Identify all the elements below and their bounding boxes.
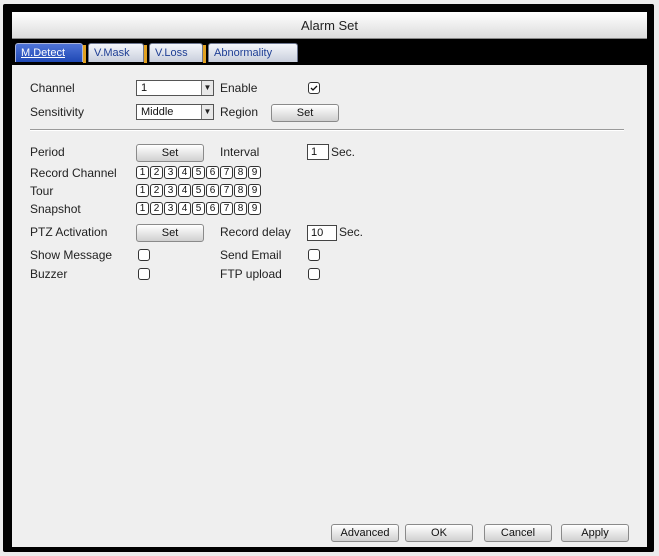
enable-label: Enable — [220, 81, 258, 95]
snapshot-channel-5[interactable]: 5 — [192, 202, 205, 215]
tab-divider — [144, 45, 147, 63]
tab-abnormality-label: Abnormality — [214, 47, 273, 59]
record-delay-input[interactable]: 10 — [307, 225, 337, 241]
tab-divider — [83, 45, 86, 63]
tour-label: Tour — [30, 184, 54, 198]
channel-select-value: 1 — [141, 82, 148, 94]
tour-channel-2[interactable]: 2 — [150, 184, 163, 197]
show-message-checkbox[interactable] — [138, 249, 150, 261]
section-divider — [30, 129, 624, 131]
tab-v-loss[interactable]: V.Loss — [149, 43, 206, 63]
snapshot-channel-2[interactable]: 2 — [150, 202, 163, 215]
channel-label: Channel — [30, 81, 75, 95]
buzzer-label: Buzzer — [30, 267, 68, 281]
tour-channel-4[interactable]: 4 — [178, 184, 191, 197]
snapshot-channel-selector: 1 2 3 4 5 6 7 8 9 — [136, 202, 261, 216]
record-channel-8[interactable]: 8 — [234, 166, 247, 179]
tour-channel-1[interactable]: 1 — [136, 184, 149, 197]
tab-divider — [203, 45, 206, 63]
tour-channel-8[interactable]: 8 — [234, 184, 247, 197]
title-bar: Alarm Set — [12, 12, 647, 39]
record-channel-selector: 1 2 3 4 5 6 7 8 9 — [136, 166, 261, 180]
period-label: Period — [30, 145, 65, 159]
apply-button[interactable]: Apply — [561, 524, 629, 542]
tab-v-mask-label: V.Mask — [94, 47, 130, 59]
snapshot-channel-9[interactable]: 9 — [248, 202, 261, 215]
interval-unit: Sec. — [331, 145, 356, 159]
record-delay-label: Record delay — [220, 225, 291, 239]
sensitivity-select[interactable]: Middle ▼ — [136, 104, 214, 120]
snapshot-channel-8[interactable]: 8 — [234, 202, 247, 215]
chevron-down-icon: ▼ — [201, 81, 213, 95]
tab-v-mask[interactable]: V.Mask — [88, 43, 147, 63]
enable-checkbox[interactable] — [308, 82, 320, 94]
tour-channel-9[interactable]: 9 — [248, 184, 261, 197]
record-channel-7[interactable]: 7 — [220, 166, 233, 179]
buzzer-checkbox[interactable] — [138, 268, 150, 280]
record-channel-6[interactable]: 6 — [206, 166, 219, 179]
snapshot-channel-7[interactable]: 7 — [220, 202, 233, 215]
record-delay-unit: Sec. — [339, 225, 364, 239]
record-channel-label: Record Channel — [30, 166, 117, 180]
cancel-button[interactable]: Cancel — [484, 524, 552, 542]
tour-channel-6[interactable]: 6 — [206, 184, 219, 197]
tour-channel-5[interactable]: 5 — [192, 184, 205, 197]
tab-v-loss-label: V.Loss — [155, 47, 188, 59]
record-channel-1[interactable]: 1 — [136, 166, 149, 179]
send-email-checkbox[interactable] — [308, 249, 320, 261]
ftp-upload-checkbox[interactable] — [308, 268, 320, 280]
record-channel-2[interactable]: 2 — [150, 166, 163, 179]
chevron-down-icon: ▼ — [201, 105, 213, 119]
tour-channel-7[interactable]: 7 — [220, 184, 233, 197]
snapshot-label: Snapshot — [30, 202, 81, 216]
record-channel-4[interactable]: 4 — [178, 166, 191, 179]
interval-input[interactable]: 1 — [307, 144, 329, 160]
record-channel-9[interactable]: 9 — [248, 166, 261, 179]
period-set-button[interactable]: Set — [136, 144, 204, 162]
snapshot-channel-4[interactable]: 4 — [178, 202, 191, 215]
record-channel-5[interactable]: 5 — [192, 166, 205, 179]
checked-checkbox-icon — [310, 85, 318, 91]
region-label: Region — [220, 105, 259, 119]
tab-abnormality[interactable]: Abnormality — [208, 43, 298, 62]
snapshot-channel-6[interactable]: 6 — [206, 202, 219, 215]
tour-channel-3[interactable]: 3 — [164, 184, 177, 197]
show-message-label: Show Message — [30, 248, 113, 262]
sensitivity-label: Sensitivity — [30, 105, 85, 119]
record-channel-3[interactable]: 3 — [164, 166, 177, 179]
tour-channel-selector: 1 2 3 4 5 6 7 8 9 — [136, 184, 261, 198]
ptz-activation-label: PTZ Activation — [30, 225, 108, 239]
motion-detect-panel: Channel 1 ▼ Enable Sensitivity Middle ▼ … — [12, 65, 647, 547]
interval-label: Interval — [220, 145, 260, 159]
ftp-upload-label: FTP upload — [220, 267, 282, 281]
snapshot-channel-3[interactable]: 3 — [164, 202, 177, 215]
advanced-button[interactable]: Advanced — [331, 524, 399, 542]
channel-select[interactable]: 1 ▼ — [136, 80, 214, 96]
ptz-set-button[interactable]: Set — [136, 224, 204, 242]
send-email-label: Send Email — [220, 248, 282, 262]
window-title: Alarm Set — [300, 18, 359, 33]
snapshot-channel-1[interactable]: 1 — [136, 202, 149, 215]
ok-button[interactable]: OK — [405, 524, 473, 542]
sensitivity-select-value: Middle — [141, 106, 174, 118]
tab-m-detect-label: M.Detect — [21, 47, 66, 59]
region-set-button[interactable]: Set — [271, 104, 339, 122]
tab-m-detect[interactable]: M.Detect — [15, 43, 86, 63]
tab-strip: M.Detect V.Mask V.Loss Abnormality — [12, 39, 647, 65]
